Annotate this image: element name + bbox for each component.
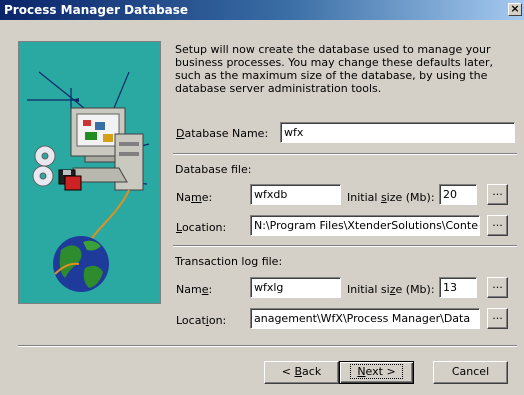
close-icon: × <box>510 2 520 15</box>
database-name-input[interactable]: wfx <box>280 122 515 143</box>
database-file-location-input[interactable]: N:\Program Files\XtenderSolutions\Conten <box>250 215 480 236</box>
log-file-name-input[interactable]: wfxlg <box>250 277 341 298</box>
log-file-size-label: Initial size (Mb): <box>347 283 435 296</box>
divider <box>173 245 517 247</box>
database-file-heading: Database file: <box>175 163 252 176</box>
log-file-location-browse-button[interactable]: ... <box>487 308 508 329</box>
close-button[interactable]: × <box>508 3 522 16</box>
database-file-size-input[interactable]: 20 <box>439 184 477 205</box>
database-file-location-label: Location: <box>176 221 227 234</box>
intro-text: Setup will now create the database used … <box>175 43 493 95</box>
database-name-label: Database Name: <box>176 127 269 140</box>
next-button-focus: Next > <box>350 364 403 379</box>
log-file-location-input[interactable]: anagement\WfX\Process Manager\Data <box>250 308 480 329</box>
cancel-button[interactable]: Cancel <box>433 361 508 384</box>
database-file-size-browse-button[interactable]: ... <box>487 184 508 205</box>
log-file-size-browse-button[interactable]: ... <box>487 277 508 298</box>
next-button[interactable]: Next > <box>339 361 414 384</box>
log-file-size-input[interactable]: 13 <box>439 277 477 298</box>
process-manager-database-dialog: Process Manager Database × Setup will no… <box>0 0 524 395</box>
computer-globe-illustration <box>19 42 160 303</box>
back-button[interactable]: < Back <box>264 361 339 384</box>
database-file-location-browse-button[interactable]: ... <box>487 215 508 236</box>
divider <box>173 153 517 155</box>
database-file-size-label: Initial size (Mb): <box>347 191 435 204</box>
database-file-name-input[interactable]: wfxdb <box>250 184 341 205</box>
log-file-name-label: Name: <box>176 283 213 296</box>
footer-divider <box>18 345 517 347</box>
log-file-location-label: Location: <box>176 314 227 327</box>
window-title: Process Manager Database <box>4 3 189 17</box>
title-bar: Process Manager Database × <box>0 0 524 20</box>
setup-illustration <box>18 41 161 304</box>
database-file-name-label: Name: <box>176 191 213 204</box>
log-file-heading: Transaction log file: <box>175 255 283 268</box>
